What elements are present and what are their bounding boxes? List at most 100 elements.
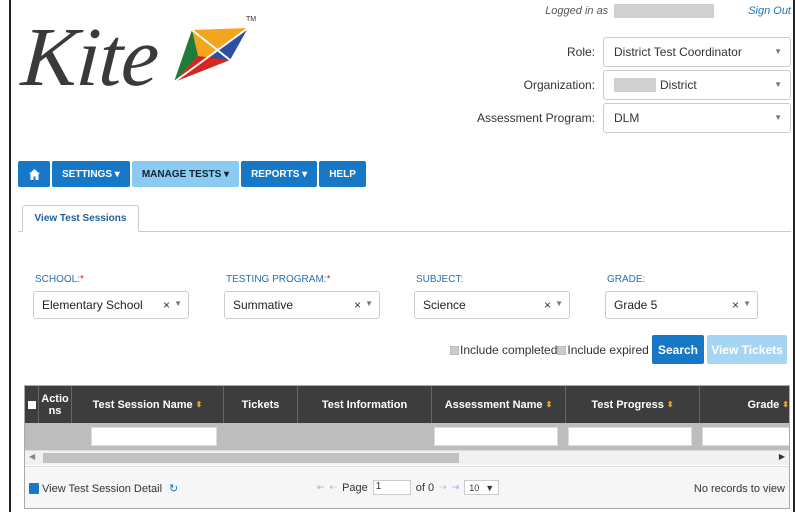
- chevron-down-icon: ▼: [174, 299, 182, 308]
- test-sessions-grid: Actions Test Session Name ⬍ Tickets Test …: [24, 385, 790, 509]
- kite-logo: Kite TM: [18, 11, 256, 116]
- assessment-program-select[interactable]: DLM ▼: [603, 103, 791, 133]
- clear-icon[interactable]: ×: [354, 298, 361, 312]
- select-all-checkbox[interactable]: [25, 386, 39, 423]
- first-page-icon[interactable]: ⇤: [317, 482, 325, 493]
- home-button[interactable]: [18, 161, 50, 187]
- col-test-information: Test Information: [298, 386, 432, 423]
- testing-program-select[interactable]: Summative × ▼: [224, 291, 380, 319]
- tab-view-test-sessions[interactable]: View Test Sessions: [22, 205, 139, 232]
- filter-test-progress[interactable]: [568, 427, 692, 446]
- manage-tests-menu[interactable]: MANAGE TESTS ▾: [131, 161, 240, 187]
- clear-icon[interactable]: ×: [544, 298, 551, 312]
- redacted-org: [614, 78, 656, 92]
- grade-value: Grade 5: [614, 298, 658, 312]
- help-menu[interactable]: HELP: [319, 161, 366, 187]
- page-size-select[interactable]: 10 ▼: [464, 480, 500, 495]
- grid-pager: View Test Session Detail ↻ ⇤ ⇠ Page 1 of…: [25, 466, 789, 508]
- sort-icon: ⬍: [666, 399, 674, 409]
- login-row: Logged in as Sign Out: [545, 4, 791, 18]
- kite-logo-icon: [173, 27, 249, 83]
- col-label: Test Information: [321, 398, 408, 411]
- role-label: Role:: [566, 45, 595, 59]
- col-actions: Actions: [39, 386, 72, 423]
- role-select[interactable]: District Test Coordinator ▼: [603, 37, 791, 67]
- school-value: Elementary School: [42, 298, 143, 312]
- view-detail-link[interactable]: View Test Session Detail: [42, 483, 162, 495]
- col-label: Test Progress: [591, 398, 664, 411]
- col-actions-label: Actions: [41, 392, 69, 417]
- page-size-value: 10: [469, 482, 480, 493]
- filter-grade[interactable]: [702, 427, 789, 446]
- program-filter-label: TESTING PROGRAM:*: [226, 274, 330, 285]
- organization-row: Organization: District ▼: [524, 70, 791, 100]
- filter-assessment-name[interactable]: [434, 427, 558, 446]
- include-completed-checkbox[interactable]: [450, 345, 459, 355]
- program-value: DLM: [614, 111, 640, 125]
- page-number-input[interactable]: 1: [372, 480, 411, 495]
- sort-icon: ⬍: [782, 399, 789, 409]
- include-expired-checkbox[interactable]: [557, 345, 567, 355]
- horizontal-scrollbar[interactable]: ◀ ▶: [25, 450, 789, 465]
- col-grade[interactable]: Grade ⬍: [700, 386, 790, 423]
- chevron-down-icon: ▼: [774, 47, 782, 56]
- organization-select[interactable]: District ▼: [603, 70, 791, 100]
- document-icon: [29, 483, 39, 494]
- col-tickets: Tickets: [224, 386, 298, 423]
- school-label-text: SCHOOL:: [35, 274, 81, 285]
- clear-icon[interactable]: ×: [163, 298, 170, 312]
- filter-test-session-name[interactable]: [91, 427, 217, 446]
- settings-menu[interactable]: SETTINGS ▾: [52, 161, 130, 187]
- include-expired-label: Include expired: [567, 343, 649, 357]
- chevron-down-icon: ▼: [555, 299, 563, 308]
- subject-select[interactable]: Science × ▼: [414, 291, 570, 319]
- program-label-text: TESTING PROGRAM:: [226, 274, 327, 285]
- school-select[interactable]: Elementary School × ▼: [33, 291, 189, 319]
- redacted-username: [614, 4, 715, 18]
- no-records-text: No records to view: [693, 483, 785, 495]
- col-test-session-name[interactable]: Test Session Name ⬍: [72, 386, 224, 423]
- col-assessment-name[interactable]: Assessment Name ⬍: [432, 386, 566, 423]
- chevron-down-icon: ▼: [485, 482, 495, 493]
- program-label: Assessment Program:: [476, 111, 595, 125]
- organization-value: District: [660, 78, 697, 92]
- required-marker: *: [80, 274, 84, 285]
- subject-filter-label: SUBJECT:: [416, 274, 463, 285]
- scroll-thumb[interactable]: [43, 453, 459, 463]
- grade-select[interactable]: Grade 5 × ▼: [605, 291, 758, 319]
- next-page-icon[interactable]: ⇢: [439, 482, 447, 493]
- chevron-down-icon: ▼: [774, 113, 782, 122]
- scroll-left-icon[interactable]: ◀: [29, 452, 35, 461]
- subject-value: Science: [423, 298, 466, 312]
- grade-label-text: GRADE:: [607, 274, 646, 285]
- logo-text: Kite: [18, 11, 162, 104]
- col-label: Tickets: [241, 398, 280, 411]
- search-button[interactable]: Search: [652, 335, 704, 364]
- organization-label: Organization:: [523, 78, 595, 92]
- role-value: District Test Coordinator: [614, 45, 742, 59]
- school-filter-label: SCHOOL:*: [35, 274, 84, 285]
- logged-in-label: Logged in as: [545, 5, 609, 17]
- grid-header: Actions Test Session Name ⬍ Tickets Test …: [25, 386, 789, 423]
- scroll-right-icon[interactable]: ▶: [779, 452, 785, 461]
- sign-out-link[interactable]: Sign Out: [748, 5, 791, 17]
- refresh-icon[interactable]: ↻: [169, 482, 178, 495]
- chevron-down-icon: ▼: [365, 299, 373, 308]
- grid-filter-row: [25, 423, 789, 450]
- detail-link-group[interactable]: View Test Session Detail ↻: [29, 482, 178, 495]
- col-label: Test Session Name: [92, 398, 193, 411]
- col-test-progress[interactable]: Test Progress ⬍: [566, 386, 700, 423]
- view-tickets-button[interactable]: View Tickets: [707, 335, 787, 364]
- page-count-label: of 0: [415, 481, 435, 494]
- program-row: Assessment Program: DLM ▼: [477, 103, 791, 133]
- prev-page-icon[interactable]: ⇠: [330, 482, 338, 493]
- reports-menu[interactable]: REPORTS ▾: [241, 161, 318, 187]
- role-row: Role: District Test Coordinator ▼: [567, 37, 791, 67]
- last-page-icon[interactable]: ⇥: [452, 482, 460, 493]
- sort-icon: ⬍: [195, 399, 203, 409]
- home-icon: [28, 168, 40, 180]
- pagination: ⇤ ⇠ Page 1 of 0 ⇢ ⇥ 10 ▼: [317, 480, 500, 495]
- grade-filter-label: GRADE:: [607, 274, 645, 285]
- clear-icon[interactable]: ×: [732, 298, 739, 312]
- sort-icon: ⬍: [545, 399, 553, 409]
